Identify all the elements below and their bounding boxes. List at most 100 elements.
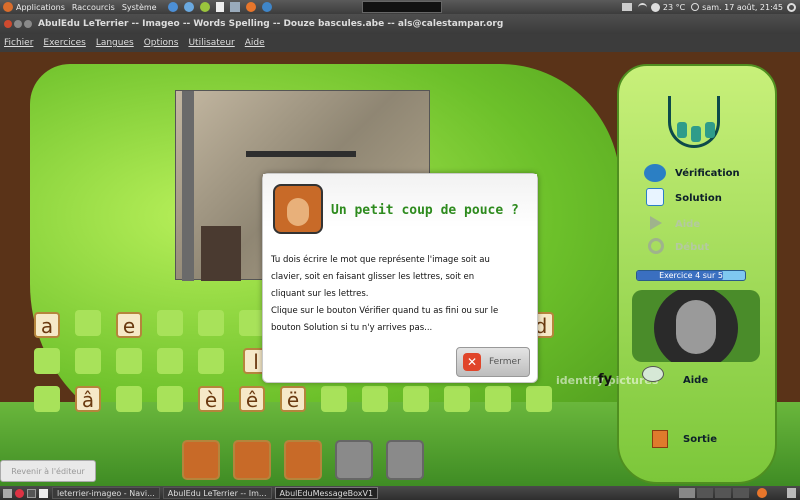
top-panel: Applications Raccourcis Système 23 °C sa…	[0, 0, 800, 14]
dialog-line: Tu dois écrire le mot que représente l'i…	[271, 255, 490, 265]
wifi-icon[interactable]	[637, 2, 647, 12]
taskbar-item[interactable]: AbulEduMessageBoxV1	[274, 487, 379, 499]
refresh-icon	[648, 238, 664, 254]
window-titlebar: AbulEdu LeTerrier -- Imageo -- Words Spe…	[0, 14, 800, 34]
logout-icon[interactable]	[15, 488, 24, 498]
menubar: Fichier Exercices Langues Options Utilis…	[0, 34, 800, 52]
letter-tile[interactable]: ê	[239, 386, 265, 412]
letter-tile[interactable]: e	[116, 312, 142, 338]
dialog-avatar	[273, 184, 323, 234]
back-to-editor-label: Revenir à l'éditeur	[11, 466, 85, 476]
minimize-window-button[interactable]	[14, 20, 22, 28]
dialog-body: Tu dois écrire le mot que représente l'i…	[271, 252, 533, 337]
verification-button[interactable]: Vérification	[675, 168, 740, 179]
chat-icon[interactable]	[261, 2, 272, 12]
close-label: Fermer	[489, 357, 521, 367]
power-icon[interactable]	[787, 2, 796, 12]
workspace-switcher[interactable]	[679, 488, 749, 498]
dialog-title: Un petit coup de pouce ?	[331, 203, 519, 218]
empty-slot[interactable]	[403, 386, 429, 412]
taskbar-item-label: leterrier-imageo - Navi...	[57, 488, 155, 498]
system-menu[interactable]: Système	[122, 3, 157, 12]
empty-slot[interactable]	[444, 386, 470, 412]
empty-slot[interactable]	[116, 348, 142, 374]
help-icon[interactable]	[167, 2, 178, 12]
close-icon: ✕	[463, 353, 481, 371]
aide-disabled-button: Aide	[675, 219, 701, 230]
gear-icon[interactable]	[199, 2, 210, 12]
aide-button[interactable]: Aide	[683, 375, 708, 386]
help-dialog: Un petit coup de pouce ? Tu dois écrire …	[262, 173, 538, 383]
document-icon[interactable]	[215, 2, 224, 12]
menu-aide[interactable]: Aide	[245, 38, 265, 48]
show-desktop-icon[interactable]	[3, 488, 12, 498]
arrow-right-icon	[650, 216, 662, 230]
empty-slot[interactable]	[157, 348, 183, 374]
menu-langues[interactable]: Langues	[96, 38, 134, 48]
character-thumbnail-1[interactable]	[182, 440, 220, 480]
necklace-icon	[668, 96, 720, 148]
character-thumbnail-3[interactable]	[284, 440, 322, 480]
maximize-window-button[interactable]	[24, 20, 32, 28]
exercise-progress-bar: Exercice 4 sur 5	[636, 270, 746, 281]
character-thumbnail-2[interactable]	[233, 440, 271, 480]
empty-slot[interactable]	[75, 348, 101, 374]
terminal-icon[interactable]	[27, 488, 36, 498]
taskbar-item[interactable]: AbulEdu LeTerrier -- Im...	[162, 487, 272, 499]
empty-slot[interactable]	[362, 386, 388, 412]
empty-slot[interactable]	[34, 348, 60, 374]
letter-tile[interactable]: è	[198, 386, 224, 412]
menu-utilisateur[interactable]: Utilisateur	[188, 38, 234, 48]
solution-button[interactable]: Solution	[675, 193, 722, 204]
empty-slot[interactable]	[321, 386, 347, 412]
empty-slot[interactable]	[157, 386, 183, 412]
trash-icon[interactable]	[787, 488, 796, 498]
character-thumbnail-4[interactable]	[335, 440, 373, 480]
taskbar-item[interactable]: leterrier-imageo - Navi...	[52, 487, 160, 499]
scale-arm	[246, 151, 356, 157]
firefox-icon[interactable]	[757, 488, 767, 498]
bottom-taskbar: leterrier-imageo - Navi... AbulEdu LeTer…	[0, 486, 800, 500]
debut-button: Début	[675, 242, 710, 253]
menu-fichier[interactable]: Fichier	[4, 38, 33, 48]
empty-slot[interactable]	[34, 386, 60, 412]
character-thumbnail-5[interactable]	[386, 440, 424, 480]
temperature[interactable]: 23 °C	[663, 3, 685, 12]
empty-slot[interactable]	[198, 348, 224, 374]
menu-options[interactable]: Options	[144, 38, 179, 48]
dialog-line: bouton Solution si tu n'y arrives pas...	[271, 323, 433, 333]
close-window-button[interactable]	[4, 20, 12, 28]
back-to-editor-button[interactable]: Revenir à l'éditeur	[0, 460, 96, 482]
dialog-line: Clique sur le bouton Vérifier quand tu a…	[271, 306, 499, 316]
firefox-icon[interactable]	[245, 2, 256, 12]
empty-slot[interactable]	[198, 310, 224, 336]
dialog-line: cliquant sur les lettres.	[271, 289, 369, 299]
weather-icon	[650, 2, 660, 12]
window-controls	[4, 20, 32, 28]
empty-slot[interactable]	[75, 310, 101, 336]
solution-icon	[646, 188, 664, 206]
sortie-button[interactable]: Sortie	[683, 434, 717, 445]
empty-slot[interactable]	[157, 310, 183, 336]
exit-icon	[652, 430, 668, 448]
globe-icon[interactable]	[183, 2, 194, 12]
taskbar-item-label: AbulEdu LeTerrier -- Im...	[167, 488, 267, 498]
applications-menu[interactable]: Applications	[16, 3, 65, 12]
shortcuts-menu[interactable]: Raccourcis	[72, 3, 115, 12]
empty-slot[interactable]	[526, 386, 552, 412]
drainpipe	[182, 91, 194, 281]
launcher-icons[interactable]	[167, 2, 272, 12]
window-dark	[201, 226, 241, 281]
empty-slot[interactable]	[485, 386, 511, 412]
empty-slot[interactable]	[116, 386, 142, 412]
menu-exercices[interactable]: Exercices	[43, 38, 85, 48]
close-button[interactable]: ✕ Fermer	[456, 347, 530, 377]
files-icon[interactable]	[39, 488, 48, 498]
letter-tile[interactable]: ë	[280, 386, 306, 412]
ubuntu-logo-icon[interactable]	[3, 2, 13, 12]
letter-tile[interactable]: â	[75, 386, 101, 412]
letter-tile[interactable]: a	[34, 312, 60, 338]
network-icon[interactable]	[229, 2, 240, 12]
mail-icon[interactable]	[621, 3, 632, 11]
datetime[interactable]: sam. 17 août, 21:45	[702, 3, 783, 12]
